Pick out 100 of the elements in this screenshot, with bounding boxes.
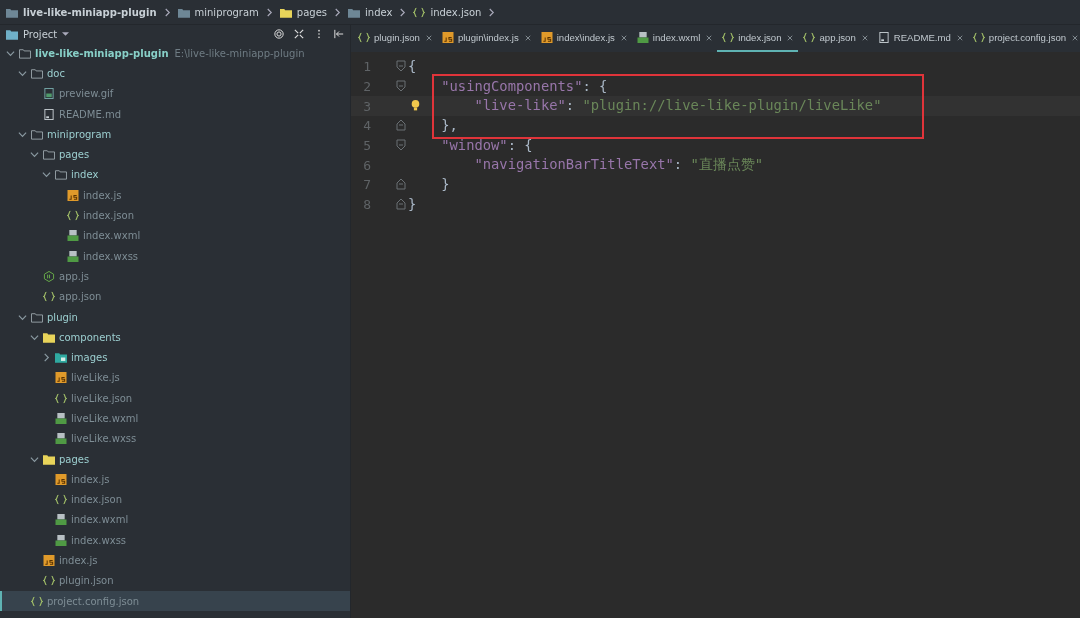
expand-chevron-icon[interactable]: [42, 170, 51, 180]
tree-row[interactable]: miniprogram: [0, 124, 350, 145]
expand-chevron-icon[interactable]: [18, 129, 27, 139]
expand-chevron-icon[interactable]: [30, 454, 39, 464]
editor-tab[interactable]: README.md: [872, 25, 968, 52]
tree-label: plugin: [47, 311, 78, 323]
chevron-icon: [163, 7, 171, 17]
file-icon: [55, 514, 67, 526]
folder-icon: [31, 67, 43, 79]
project-path: E:\live-like-miniapp-plugin: [174, 47, 305, 59]
editor-tab[interactable]: app.json: [798, 25, 873, 52]
expand-chevron-icon[interactable]: [30, 332, 39, 342]
file-icon: [55, 534, 67, 546]
file-icon: [67, 250, 79, 262]
hide-panel-icon[interactable]: [334, 29, 344, 39]
tree-row[interactable]: doc: [0, 63, 350, 84]
tree-row[interactable]: index.wxml: [0, 509, 350, 531]
tree-row[interactable]: index.js: [0, 185, 350, 206]
tree-row[interactable]: liveLike.wxml: [0, 408, 350, 429]
tree-row[interactable]: app.js: [0, 266, 350, 287]
close-icon[interactable]: [1072, 34, 1079, 41]
tree-label: app.js: [59, 270, 89, 282]
tree-row[interactable]: preview.gif: [0, 83, 350, 104]
chevron-icon: [334, 7, 341, 17]
close-icon[interactable]: [524, 34, 531, 41]
lightbulb-icon[interactable]: [410, 99, 421, 113]
tree-label: plugin.json: [59, 575, 114, 587]
fold-icon[interactable]: [396, 59, 406, 72]
fold-icon[interactable]: [396, 138, 406, 151]
code-line: }: [440, 175, 450, 195]
close-icon[interactable]: [861, 34, 868, 41]
fold-end-icon[interactable]: [396, 118, 406, 131]
expand-chevron-icon[interactable]: [18, 68, 27, 78]
breadcrumb-item[interactable]: pages: [296, 6, 327, 18]
file-icon: [636, 32, 649, 43]
tree-label: liveLike.json: [71, 392, 133, 404]
tree-row[interactable]: index.js: [0, 469, 350, 490]
editor-tab[interactable]: index.wxml: [631, 25, 718, 52]
editor-tab[interactable]: index\index.js: [535, 25, 632, 52]
breadcrumb-item[interactable]: live-like-miniapp-plugin: [23, 6, 157, 18]
tree-row[interactable]: index: [0, 164, 350, 186]
js-file-icon: [55, 372, 67, 384]
expand-chevron-icon[interactable]: [18, 312, 27, 322]
tree-label: index.wxss: [83, 250, 139, 262]
close-icon[interactable]: [956, 34, 963, 41]
breadcrumb-item[interactable]: index.json: [430, 6, 482, 18]
tree-row[interactable]: liveLike.js: [0, 367, 350, 389]
tree-row[interactable]: index.wxss: [0, 245, 350, 267]
folder-icon: [31, 128, 43, 140]
line-number: 1: [362, 59, 371, 75]
tree-label: liveLike.wxss: [71, 433, 137, 445]
tree-row[interactable]: live-like-miniapp-plugin E:\live-like-miniapp-plugin: [0, 43, 350, 64]
fold-end-icon[interactable]: [396, 177, 406, 190]
target-icon[interactable]: [274, 29, 284, 39]
collapse-icon[interactable]: [294, 29, 304, 39]
tree-label: index: [71, 169, 99, 181]
tree-label: app.json: [59, 291, 102, 303]
close-icon[interactable]: [706, 34, 713, 41]
expand-chevron-icon[interactable]: [6, 48, 15, 58]
tree-row[interactable]: index.js: [0, 550, 350, 571]
tree-row[interactable]: index.json: [0, 489, 350, 510]
tree-row[interactable]: plugin: [0, 306, 350, 328]
tree-row[interactable]: liveLike.json: [0, 388, 350, 409]
folder-icon: [177, 6, 190, 18]
breadcrumb-item[interactable]: index: [365, 6, 393, 18]
tree-label: README.md: [59, 108, 122, 120]
fold-end-icon[interactable]: [396, 197, 406, 210]
close-icon[interactable]: [787, 34, 794, 41]
editor-tab[interactable]: plugin\index.js: [436, 25, 536, 52]
folder-icon: [6, 6, 18, 18]
tree-row[interactable]: components: [0, 327, 350, 348]
tree-row[interactable]: index.wxml: [0, 225, 350, 246]
editor-tab[interactable]: plugin.json: [353, 25, 437, 52]
dropdown-icon[interactable]: [62, 31, 70, 37]
document-icon: [877, 32, 890, 43]
tree-row[interactable]: liveLike.wxss: [0, 428, 350, 449]
tree-row[interactable]: pages: [0, 448, 350, 470]
tree-row[interactable]: images: [0, 347, 350, 368]
breadcrumb-item[interactable]: miniprogram: [194, 6, 259, 18]
editor-tab[interactable]: project.config.json: [967, 25, 1080, 52]
code-line: "window": {: [440, 135, 533, 155]
code-line: {: [407, 57, 417, 76]
view-selector[interactable]: Project: [23, 28, 58, 40]
chevron-icon: [265, 7, 273, 17]
tree-row[interactable]: index.json: [0, 205, 350, 226]
braces-icon: [358, 32, 370, 43]
expand-chevron-icon[interactable]: [30, 150, 39, 160]
js-file-icon: [540, 32, 553, 43]
close-icon[interactable]: [620, 34, 627, 41]
tree-row[interactable]: README.md: [0, 103, 350, 125]
tree-row[interactable]: index.wxss: [0, 530, 350, 551]
tree-row[interactable]: pages: [0, 144, 350, 165]
tree-label: preview.gif: [59, 88, 114, 100]
tree-row[interactable]: app.json: [0, 286, 350, 307]
close-icon[interactable]: [425, 34, 432, 41]
fold-icon[interactable]: [396, 79, 406, 92]
tree-row[interactable]: plugin.json: [0, 570, 350, 591]
collapsed-chevron-icon[interactable]: [42, 353, 51, 363]
braces-icon: [413, 6, 426, 18]
tree-label: images: [71, 352, 108, 364]
